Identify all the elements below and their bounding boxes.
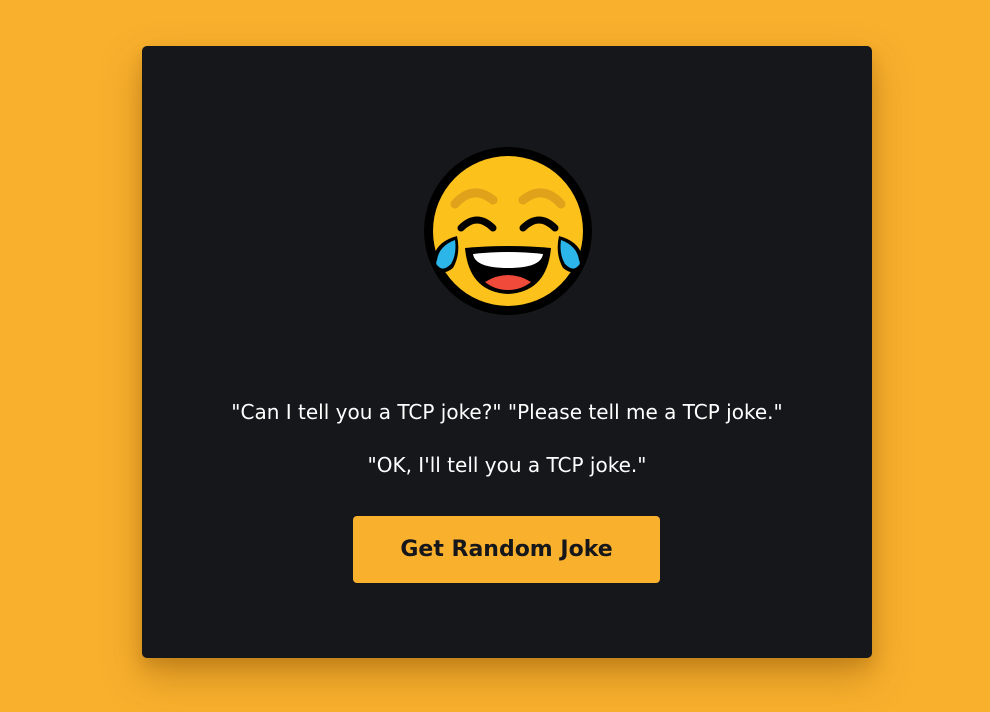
joke-text-line-1: "Can I tell you a TCP joke?" "Please tel… — [231, 400, 783, 424]
face-with-tears-of-joy-icon — [424, 147, 592, 315]
joke-text-line-2: "OK, I'll tell you a TCP joke." — [367, 453, 647, 477]
get-random-joke-button[interactable]: Get Random Joke — [353, 516, 660, 583]
joke-card: "Can I tell you a TCP joke?" "Please tel… — [142, 46, 872, 658]
